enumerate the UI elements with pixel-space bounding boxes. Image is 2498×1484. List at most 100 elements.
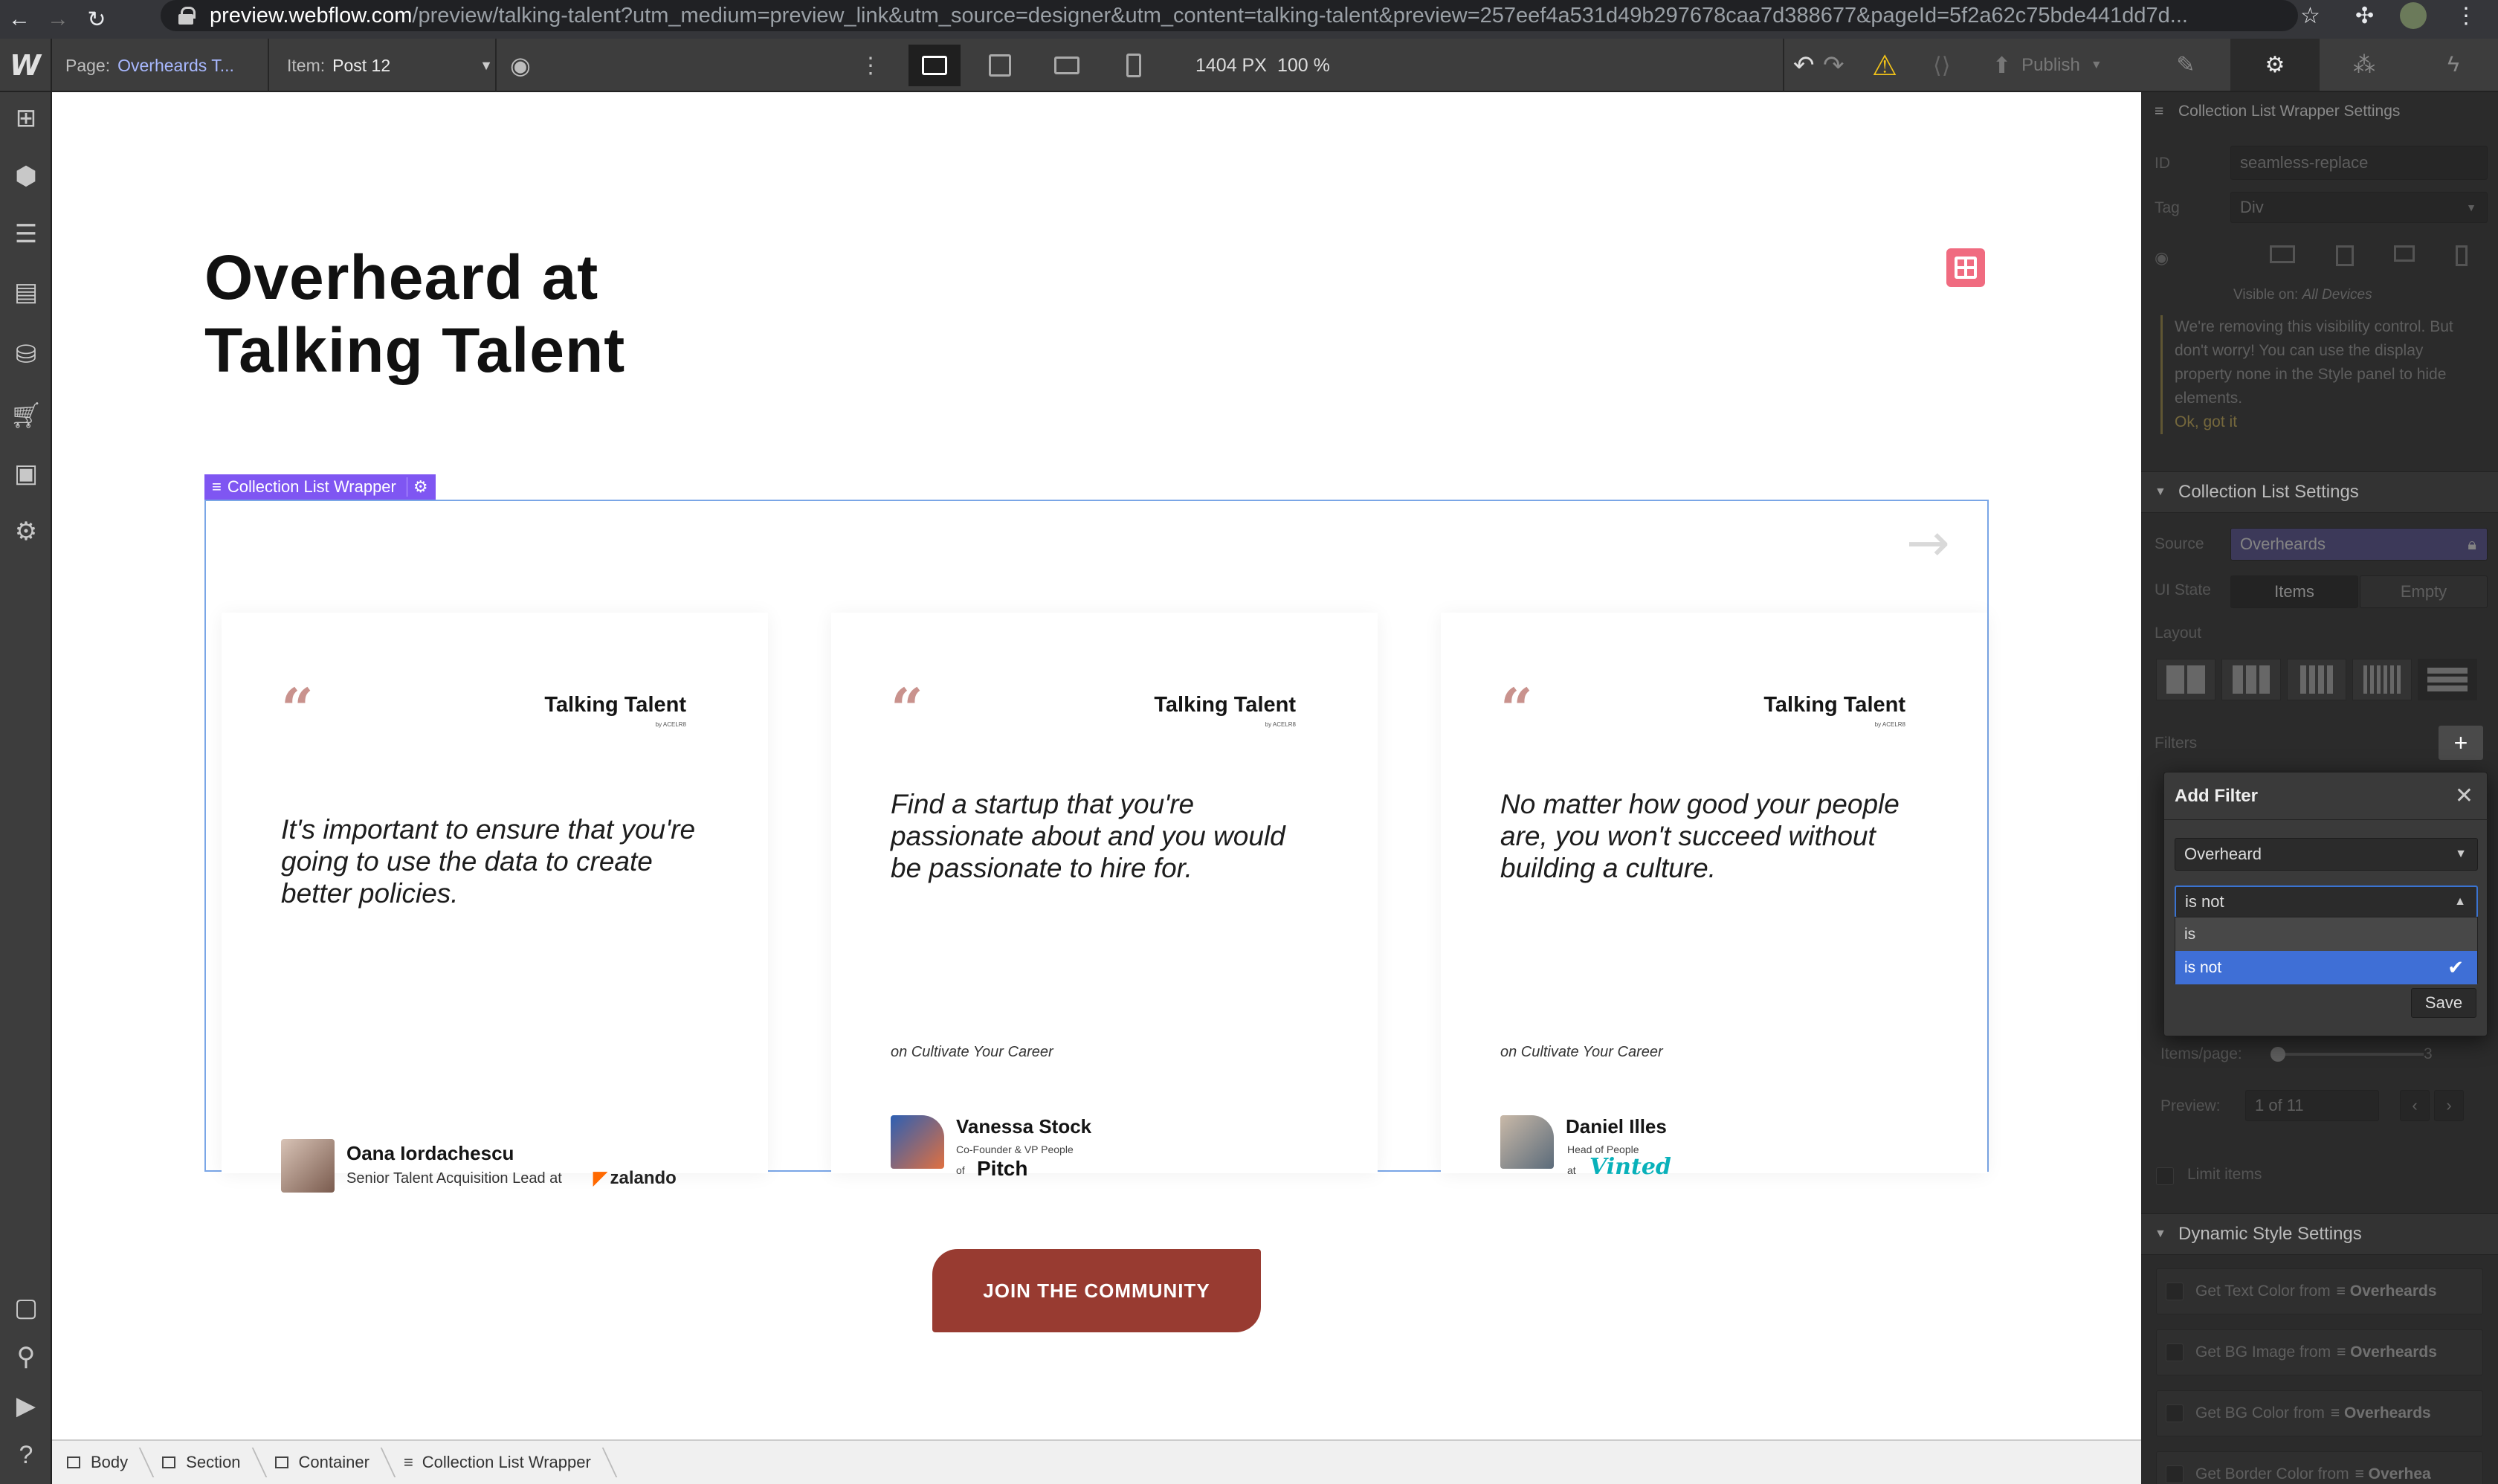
desktop-breakpoint-button[interactable]	[974, 45, 1026, 86]
style-manager-icon[interactable]: ⁂	[2320, 39, 2409, 91]
quote-card: “ Talking Talent by ACELR8 It's importan…	[222, 613, 768, 1193]
style-brush-icon[interactable]: ✎	[2141, 39, 2230, 91]
preview-next-icon[interactable]: ›	[2434, 1090, 2464, 1121]
quote-mark-icon: “	[891, 676, 923, 742]
desktop-star-breakpoint-button[interactable]	[908, 45, 961, 86]
publish-button[interactable]: ⬆ Publish ▼	[1992, 39, 2102, 92]
mobile-button[interactable]	[1108, 45, 1160, 86]
breadcrumb-container[interactable]: Container	[260, 1440, 389, 1484]
join-community-button[interactable]: JOIN THE COMMUNITY	[932, 1249, 1261, 1332]
browser-menu-icon[interactable]: ⋮	[2455, 0, 2477, 31]
layout-2-col-button[interactable]	[2156, 659, 2215, 700]
settings-gear-icon[interactable]: ⚙	[2230, 39, 2320, 91]
ui-state-empty[interactable]: Empty	[2360, 575, 2488, 608]
search-icon[interactable]: ⚲	[0, 1331, 52, 1383]
card-source: on Cultivate Your Career	[891, 1044, 1053, 1060]
warning-icon[interactable]: ⚠	[1872, 39, 1897, 92]
get-text-color-button[interactable]: Get Text Color from ≡ Overheards	[2156, 1268, 2483, 1314]
chevron-down-icon: ▼	[2466, 201, 2476, 213]
tablet-landscape-button[interactable]	[1041, 45, 1093, 86]
cms-database-icon[interactable]: ⛁	[0, 329, 52, 381]
preview-select[interactable]: 1 of 11	[2245, 1090, 2379, 1121]
more-options-icon[interactable]: ⋮	[859, 39, 882, 92]
bookmark-star-icon[interactable]: ☆	[2300, 0, 2320, 31]
tablet-landscape-icon[interactable]	[2394, 245, 2415, 262]
audit-square-icon[interactable]: ▢	[0, 1282, 52, 1334]
preview-eye-icon[interactable]: ◉	[510, 39, 531, 92]
collection-list-wrapper-label[interactable]: ≡ Collection List Wrapper ⚙	[204, 474, 436, 500]
back-icon[interactable]: ←	[0, 0, 39, 39]
card-company: Pitch	[977, 1157, 1028, 1180]
source-field[interactable]: Overheards 🔒︎	[2230, 528, 2488, 561]
layout-3-col-button[interactable]	[2221, 659, 2281, 700]
dynamic-style-settings-title[interactable]: Dynamic Style Settings	[2141, 1213, 2498, 1255]
left-toolbar: ⊞ ⬢ ☰ ▤ ⛁ 🛒︎ ▣ ⚙ ▢ ⚲ ▶ ?	[0, 92, 52, 1484]
filter-field-select[interactable]: Overheard ▼	[2175, 838, 2478, 871]
add-filter-title: Add Filter	[2164, 772, 2488, 820]
code-icon[interactable]: ⟨⟩	[1933, 39, 1950, 92]
tag-select[interactable]: Div ▼	[2230, 192, 2488, 223]
arrow-right-icon[interactable]: →	[1906, 512, 1950, 573]
navigator-icon[interactable]: ☰	[0, 208, 52, 260]
design-canvas[interactable]: Overheard at Talking Talent ≡ Collection …	[52, 92, 2141, 1439]
layout-6-col-button[interactable]	[2352, 659, 2412, 700]
reload-icon[interactable]: ↻	[77, 0, 116, 39]
assets-images-icon[interactable]: ▣	[0, 448, 52, 500]
limit-items-checkbox[interactable]	[2156, 1167, 2174, 1185]
items-per-page-slider[interactable]	[2271, 1047, 2424, 1062]
zalando-logo-icon: ◤	[593, 1168, 607, 1188]
desktop-icon[interactable]	[2270, 245, 2296, 263]
condition-option-is[interactable]: is	[2175, 917, 2477, 951]
profile-avatar[interactable]	[2400, 0, 2427, 31]
add-panel-plus-icon[interactable]: ⊞	[0, 92, 52, 144]
webflow-logo-icon[interactable]: W	[0, 39, 52, 92]
chevron-down-icon: ▼	[2090, 59, 2102, 71]
card-company: Vinted	[1590, 1154, 1671, 1180]
device-visibility-toggles[interactable]	[2250, 245, 2488, 268]
save-filter-button[interactable]: Save	[2411, 988, 2476, 1018]
collection-edit-icon[interactable]	[1946, 248, 1985, 287]
symbols-cube-icon[interactable]: ⬢	[0, 150, 52, 202]
get-border-color-button[interactable]: Get Border Color from ≡ Overhea	[2156, 1451, 2483, 1484]
database-icon: ≡	[212, 477, 222, 496]
item-selector[interactable]: Item: Post 12 ▼	[287, 39, 493, 92]
extensions-icon[interactable]: ✣	[2355, 0, 2374, 31]
get-bg-image-button[interactable]: Get BG Image from ≡ Overheards	[2156, 1329, 2483, 1375]
panel-tabs: ✎ ⚙ ⁂ ϟ	[2141, 39, 2498, 92]
breadcrumb-collection-list-wrapper[interactable]: ≡ Collection List Wrapper	[389, 1440, 610, 1484]
mobile-icon[interactable]	[2455, 245, 2468, 266]
notice-ok-link[interactable]: Ok, got it	[2175, 410, 2485, 434]
tag-label: Tag	[2155, 199, 2180, 216]
tablet-icon[interactable]	[2335, 245, 2354, 266]
card-quote: No matter how good your people are, you …	[1500, 789, 1900, 883]
address-bar[interactable]: preview.webflow.com/preview/talking-tale…	[161, 0, 2298, 31]
condition-option-is-not[interactable]: is not	[2175, 951, 2477, 984]
breadcrumb-body[interactable]: Body	[52, 1440, 147, 1484]
video-tutorials-icon[interactable]: ▶	[0, 1380, 52, 1432]
close-icon[interactable]: ✕	[2455, 783, 2473, 809]
project-settings-gear-icon[interactable]: ⚙	[0, 506, 52, 558]
page-selector[interactable]: Page: Overheards T...	[65, 39, 234, 92]
id-field[interactable]: seamless-replace	[2230, 146, 2488, 180]
database-icon: ≡	[2155, 103, 2164, 120]
help-question-icon[interactable]: ?	[0, 1429, 52, 1481]
redo-icon[interactable]: ↷	[1823, 39, 1845, 92]
interactions-lightning-icon[interactable]: ϟ	[2409, 39, 2498, 91]
card-person-name: Vanessa Stock	[956, 1115, 1092, 1138]
undo-icon[interactable]: ↶	[1793, 39, 1815, 92]
card-person-name: Daniel Illes	[1566, 1115, 1667, 1138]
preview-prev-icon[interactable]: ‹	[2400, 1090, 2430, 1121]
add-filter-plus-icon[interactable]: +	[2439, 726, 2483, 760]
gear-icon[interactable]: ⚙	[406, 477, 428, 497]
collection-list-settings-title[interactable]: Collection List Settings	[2141, 471, 2498, 513]
filter-condition-select[interactable]: is not ▲	[2175, 885, 2478, 918]
ecommerce-cart-icon[interactable]: 🛒︎	[0, 390, 52, 442]
ui-state-items[interactable]: Items	[2230, 575, 2358, 608]
layout-4-col-button[interactable]	[2287, 659, 2346, 700]
forward-icon[interactable]: →	[39, 0, 77, 39]
get-bg-color-button[interactable]: Get BG Color from ≡ Overheards	[2156, 1390, 2483, 1436]
filters-label: Filters	[2155, 735, 2198, 752]
breadcrumb-section[interactable]: Section	[147, 1440, 259, 1484]
pages-icon[interactable]: ▤	[0, 266, 52, 318]
layout-list-button[interactable]	[2418, 659, 2477, 700]
